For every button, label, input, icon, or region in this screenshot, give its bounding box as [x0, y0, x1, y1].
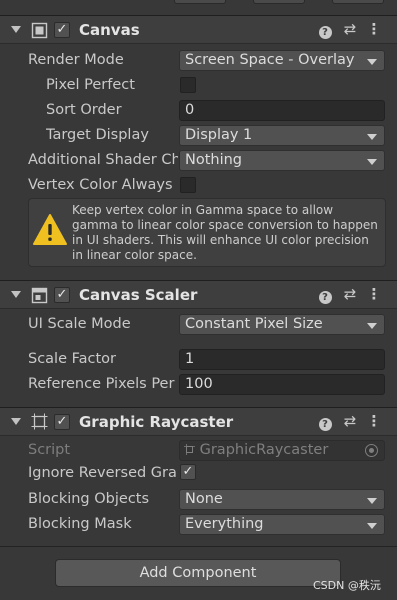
chevron-down-icon: [367, 134, 377, 140]
top-button-2[interactable]: [253, 0, 305, 4]
object-picker-icon[interactable]: [365, 444, 378, 457]
presets-icon[interactable]: ⇄: [342, 285, 358, 303]
top-button-1[interactable]: [174, 0, 226, 4]
canvas-scaler-title: Canvas Scaler: [79, 286, 198, 304]
canvas-scaler-component-icon: [31, 287, 48, 304]
target-display-value: Display 1: [185, 127, 253, 143]
menu-icon[interactable]: ⋮: [366, 412, 382, 430]
check-icon: ✓: [56, 287, 68, 302]
script-object-field[interactable]: GraphicRaycaster: [179, 440, 385, 461]
reference-pixels-per-unit-input[interactable]: 100: [179, 374, 385, 395]
top-button-3[interactable]: [332, 0, 384, 4]
chevron-down-icon: [367, 498, 377, 504]
add-component-button[interactable]: Add Component: [55, 559, 341, 587]
chevron-down-icon: [367, 59, 377, 65]
vertex-color-always-checkbox[interactable]: [180, 177, 196, 193]
help-icon[interactable]: ?: [317, 413, 333, 431]
graphic-raycaster-enabled-checkbox[interactable]: ✓: [54, 414, 70, 430]
warning-icon: [33, 214, 67, 245]
canvas-scaler-enabled-checkbox[interactable]: ✓: [54, 287, 70, 303]
help-icon[interactable]: ?: [317, 286, 333, 304]
canvas-scaler-foldout-arrow-icon[interactable]: [11, 291, 21, 298]
scale-factor-input[interactable]: 1: [179, 349, 385, 370]
canvas-title: Canvas: [79, 21, 140, 39]
ui-scale-mode-value: Constant Pixel Size: [185, 316, 323, 332]
render-mode-value: Screen Space - Overlay: [185, 52, 355, 68]
render-mode-dropdown[interactable]: Screen Space - Overlay: [179, 50, 385, 71]
graphic-raycaster-component-icon: [31, 413, 48, 430]
pixel-perfect-checkbox[interactable]: [180, 77, 196, 93]
watermark-text: CSDN @秩沅: [313, 579, 381, 592]
ui-scale-mode-dropdown[interactable]: Constant Pixel Size: [179, 314, 385, 335]
target-display-label: Target Display: [46, 127, 149, 143]
additional-shader-channels-value: Nothing: [185, 152, 243, 168]
blocking-mask-label: Blocking Mask: [28, 516, 132, 532]
script-label: Script: [28, 442, 71, 458]
target-display-dropdown[interactable]: Display 1: [179, 125, 385, 146]
presets-icon[interactable]: ⇄: [342, 20, 358, 38]
canvas-foldout-arrow-icon[interactable]: [11, 26, 21, 33]
help-icon[interactable]: ?: [317, 21, 333, 39]
canvas-enabled-checkbox[interactable]: ✓: [54, 22, 70, 38]
script-value: GraphicRaycaster: [199, 442, 329, 458]
blocking-mask-value: Everything: [185, 516, 264, 532]
chevron-down-icon: [367, 159, 377, 165]
blocking-mask-dropdown[interactable]: Everything: [179, 514, 385, 535]
section-divider: [0, 546, 397, 547]
additional-shader-channels-dropdown[interactable]: Nothing: [179, 150, 385, 171]
graphic-raycaster-title: Graphic Raycaster: [79, 413, 234, 431]
menu-icon[interactable]: ⋮: [366, 285, 382, 303]
warning-text: Keep vertex color in Gamma space to allo…: [72, 203, 378, 262]
graphic-raycaster-foldout-arrow-icon[interactable]: [11, 418, 21, 425]
scale-factor-label: Scale Factor: [28, 351, 117, 367]
canvas-component-icon: [31, 22, 48, 39]
vertex-color-always-label: Vertex Color Always: [28, 177, 173, 193]
reference-pixels-per-unit-label: Reference Pixels Per: [28, 376, 175, 392]
presets-icon[interactable]: ⇄: [342, 412, 358, 430]
ignore-reversed-graphics-label: Ignore Reversed Grap: [28, 465, 178, 481]
ignore-reversed-graphics-checkbox[interactable]: ✓: [180, 464, 196, 480]
pixel-perfect-label: Pixel Perfect: [46, 77, 135, 93]
sort-order-label: Sort Order: [46, 102, 122, 118]
check-icon: ✓: [182, 464, 194, 479]
blocking-objects-label: Blocking Objects: [28, 491, 150, 507]
render-mode-label: Render Mode: [28, 52, 124, 68]
blocking-objects-dropdown[interactable]: None: [179, 489, 385, 510]
check-icon: ✓: [56, 414, 68, 429]
script-component-icon: [184, 444, 195, 455]
sort-order-input[interactable]: 0: [179, 100, 385, 121]
check-icon: ✓: [56, 22, 68, 37]
chevron-down-icon: [367, 323, 377, 329]
chevron-down-icon: [367, 523, 377, 529]
menu-icon[interactable]: ⋮: [366, 20, 382, 38]
blocking-objects-value: None: [185, 491, 223, 507]
additional-shader-channels-label: Additional Shader Ch: [28, 152, 178, 168]
ui-scale-mode-label: UI Scale Mode: [28, 316, 131, 332]
